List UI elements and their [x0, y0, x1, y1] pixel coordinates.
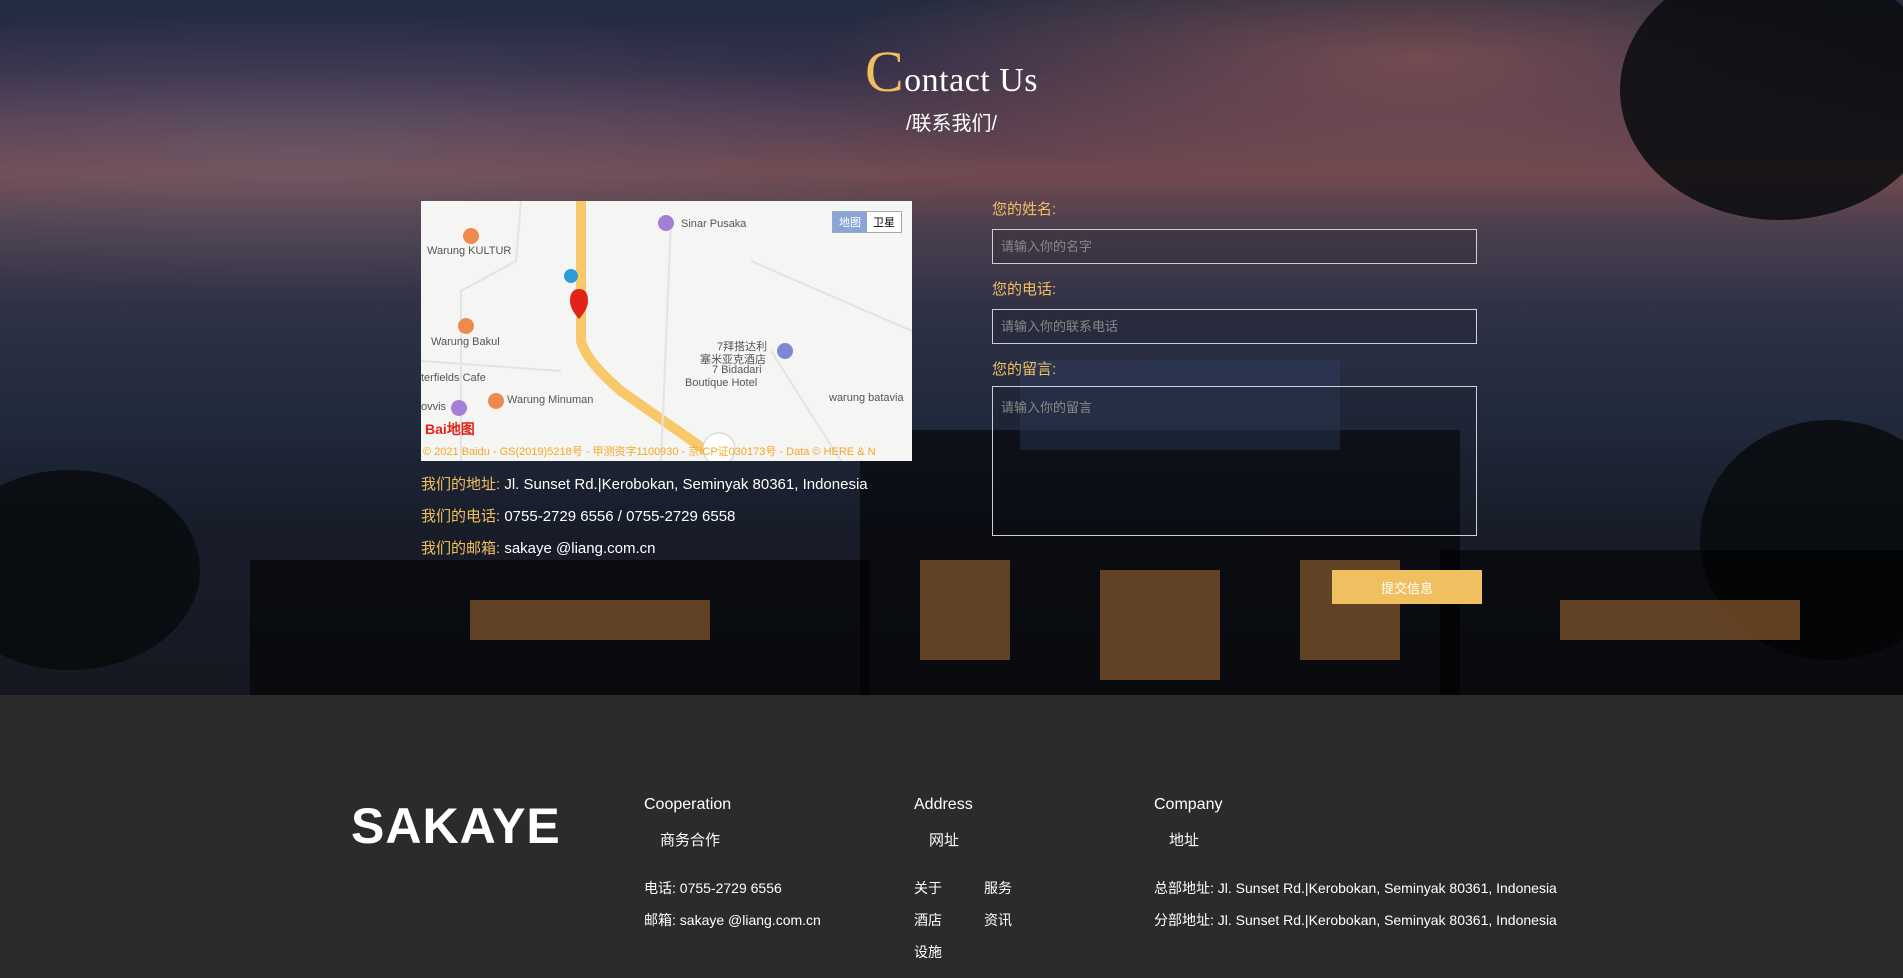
map-label: Warung Bakul [431, 336, 500, 348]
address-heading: Address [914, 796, 973, 813]
company-heading: Company [1154, 796, 1223, 813]
footer-branch-address: 分部地址: Jl. Sunset Rd.|Kerobokan, Seminyak… [1154, 912, 1557, 928]
contact-address: 我们的地址: Jl. Sunset Rd.|Kerobokan, Seminya… [421, 473, 868, 494]
contact-phone: 我们的电话: 0755-2729 6556 / 0755-2729 6558 [421, 505, 735, 526]
map-label: terfields Cafe [421, 372, 486, 384]
footer-link-facilities[interactable]: 设施 [914, 942, 942, 962]
page-subtitle: /联系我们/ [905, 113, 998, 135]
footer-phone: 电话: 0755-2729 6556 [644, 880, 782, 896]
phone-label: 我们的电话: [421, 508, 501, 525]
footer-link-news[interactable]: 资讯 [984, 910, 1012, 930]
footer-link-hotel[interactable]: 酒店 [914, 910, 942, 930]
map-label: 7 Bidadari [712, 364, 762, 376]
address-subheading: 网址 [929, 832, 960, 849]
phone-label: 您的电话: [992, 281, 1057, 298]
name-label: 您的姓名: [992, 201, 1057, 218]
map-type-map[interactable]: 地图 [833, 212, 867, 232]
footer-link-services[interactable]: 服务 [984, 878, 1012, 898]
company-subheading: 地址 [1169, 832, 1200, 849]
footer-hq-address: 总部地址: Jl. Sunset Rd.|Kerobokan, Seminyak… [1154, 880, 1557, 896]
email-value: sakaye @liang.com.cn [500, 540, 656, 557]
footer-link-about[interactable]: 关于 [914, 878, 942, 898]
address-label: 我们的地址: [421, 476, 501, 493]
page-title: Contact Us [0, 38, 1903, 105]
map-type-satellite[interactable]: 卫星 [867, 212, 901, 232]
map-label: warung batavia [829, 392, 904, 404]
baidu-map-logo[interactable]: Bai地图 [425, 419, 475, 439]
section-title: Contact Us /联系我们/ [0, 38, 1903, 136]
map-label: Boutique Hotel [685, 377, 758, 389]
map-label: ovvis [421, 401, 447, 413]
cooperation-subheading: 商务合作 [660, 832, 721, 849]
contact-email: 我们的邮箱: sakaye @liang.com.cn [421, 537, 655, 558]
message-label: 您的留言: [992, 361, 1057, 378]
name-input[interactable] [992, 229, 1477, 264]
title-initial: C [864, 39, 905, 104]
footer: SAKAYE Cooperation 商务合作 电话: 0755-2729 65… [0, 695, 1903, 978]
message-textarea[interactable] [992, 386, 1477, 536]
title-rest: ontact Us [904, 62, 1039, 99]
email-label: 我们的邮箱: [421, 540, 501, 557]
cooperation-heading: Cooperation [644, 796, 732, 813]
map-label: Warung KULTUR [427, 245, 512, 257]
phone-value: 0755-2729 6556 / 0755-2729 6558 [500, 508, 736, 525]
phone-input[interactable] [992, 309, 1477, 344]
map-label: Warung Minuman [507, 394, 594, 406]
map-type-switch[interactable]: 地图 卫星 [832, 211, 902, 233]
map-label: Sinar Pusaka [681, 218, 747, 230]
baidu-map[interactable]: 地图 卫星 Warung KULTUR Sinar Pusaka Warung … [421, 201, 912, 461]
map-roads [421, 201, 912, 461]
address-value: Jl. Sunset Rd.|Kerobokan, Seminyak 80361… [500, 476, 868, 493]
footer-email: 邮箱: sakaye @liang.com.cn [644, 912, 821, 928]
map-copyright: © 2021 Baidu - GS(2019)5218号 - 甲测资字11009… [423, 446, 876, 458]
footer-logo[interactable]: SAKAYE [351, 797, 561, 855]
submit-button[interactable]: 提交信息 [1332, 570, 1482, 604]
